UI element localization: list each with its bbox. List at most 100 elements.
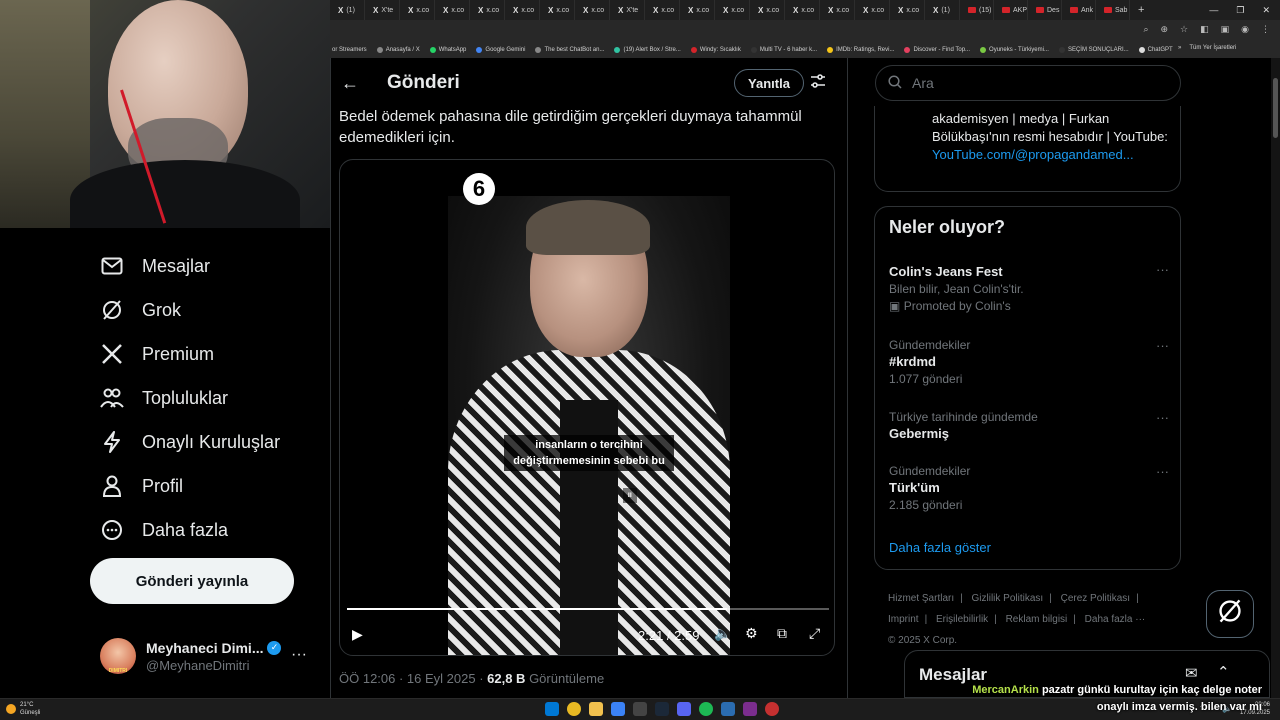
footer-link[interactable]: Erişilebilirlik [936,614,988,625]
browser-tab[interactable]: Xx.co [645,0,680,20]
video-progress-bar[interactable] [347,608,829,610]
nav-item-profile[interactable]: Profil [100,474,183,498]
nav-item-premium[interactable]: Premium [100,342,214,366]
menu-icon[interactable]: ⋮ [1261,24,1270,35]
star-icon[interactable]: ☆ [1180,24,1188,35]
extension-icon[interactable]: ▣ [1221,24,1230,35]
browser-tab[interactable]: Sab [1096,0,1130,20]
bookmark[interactable]: (19) Alert Box / Stre... [614,47,681,53]
zoom-icon[interactable]: ⊕ [1160,24,1168,35]
browser-tab[interactable]: X (1) [330,0,365,20]
weather-widget[interactable]: 21°C Güneşli [6,701,40,717]
maximize-icon[interactable]: ❐ [1236,5,1244,16]
bookmark[interactable]: SEÇİM SONUÇLARI... [1058,47,1129,53]
trend-item[interactable]: Colin's Jeans Fest Bilen bilir, Jean Col… [889,262,1169,313]
back-arrow-icon[interactable]: ← [341,73,359,94]
browser-tab[interactable]: Xx.co [470,0,505,20]
browser-tab[interactable]: Xx.co [680,0,715,20]
bookmark[interactable]: IMDb: Ratings, Revi... [827,47,894,53]
bio-link[interactable]: YouTube.com/@propagandamed... [932,147,1134,162]
expand-up-icon[interactable]: ⌃ [1217,663,1230,681]
browser-tab[interactable]: X (1) [925,0,960,20]
bookmark[interactable]: The best ChatBot an... [535,47,604,53]
minimize-icon[interactable]: — [1209,5,1218,15]
picture-in-picture-icon[interactable]: ⧉ [777,625,787,642]
footer-link[interactable]: Imprint [888,614,919,625]
chrome-icon[interactable] [567,702,581,716]
scrollbar[interactable] [1271,58,1280,698]
grok-button[interactable] [1206,590,1254,638]
nav-item-messages[interactable]: Mesajlar [100,254,210,278]
browser-tab[interactable]: Xx.co [820,0,855,20]
video-player[interactable]: 6 insanların o tercihini değiştirmemesin… [339,159,835,656]
nav-item-communities[interactable]: Topluluklar [100,386,228,410]
bookmarks-overflow-button[interactable]: » [1178,45,1181,58]
volume-icon[interactable]: 🔈 [714,625,731,642]
bookmark[interactable]: Google Gemini [476,47,525,53]
more-options-icon[interactable]: ··· [1156,464,1169,479]
app-icon[interactable] [721,702,735,716]
more-options-icon[interactable]: ··· [1156,262,1169,277]
all-bookmarks-button[interactable]: Tüm Yer İşaretleri [1189,45,1236,58]
app-icon[interactable] [633,702,647,716]
nav-item-verified-orgs[interactable]: Onaylı Kuruluşlar [100,430,280,454]
browser-tab[interactable]: Xx.co [750,0,785,20]
extension-icon[interactable]: ◉ [1241,24,1249,35]
footer-link[interactable]: Gizlilik Politikası [972,593,1044,604]
browser-tab[interactable]: Xx.co [715,0,750,20]
reply-button[interactable]: Yanıtla [734,69,804,97]
browser-tab[interactable]: Xx.co [435,0,470,20]
bookmark[interactable]: WhatsApp [429,47,466,53]
trend-item[interactable]: Türkiye tarihinde gündemde Gebermiş ··· [889,410,1169,441]
search-input[interactable]: Ara [875,65,1181,101]
search-icon[interactable]: ⌕ [1143,24,1148,35]
browser-tab[interactable]: Xx.co [785,0,820,20]
footer-link[interactable]: Çerez Politikası [1061,593,1130,604]
footer-link[interactable]: Daha fazla ··· [1085,614,1146,625]
discord-icon[interactable] [677,702,691,716]
app-icon[interactable] [611,702,625,716]
new-message-icon[interactable]: ✉ [1185,664,1198,682]
show-more-link[interactable]: Daha fazla göster [889,540,991,555]
bookmark[interactable]: Anasayfa / X [376,47,420,53]
browser-tab[interactable]: Xx.co [575,0,610,20]
browser-tab[interactable]: Xx.co [505,0,540,20]
close-icon[interactable]: ✕ [1262,5,1270,16]
browser-tab[interactable]: X X'te [610,0,645,20]
bookmark[interactable]: or Streamers [332,47,367,53]
post-button[interactable]: Gönderi yayınla [90,558,294,604]
browser-tab[interactable]: Xx.co [855,0,890,20]
footer-link[interactable]: Hizmet Şartları [888,593,954,604]
windows-start-icon[interactable] [545,702,559,716]
browser-tab[interactable]: Ank [1062,0,1096,20]
bookmark[interactable]: Windy: Sıcaklık [690,47,741,53]
settings-gear-icon[interactable]: ⚙ [745,625,758,642]
file-explorer-icon[interactable] [589,702,603,716]
play-icon[interactable]: ▶ [352,626,363,643]
app-icon[interactable] [743,702,757,716]
more-options-icon[interactable]: ··· [1156,338,1169,353]
bookmark[interactable]: Multi TV - 6 haber k... [750,47,817,53]
browser-tab[interactable]: X X'te [365,0,400,20]
extension-icon[interactable]: ◧ [1200,24,1209,35]
fullscreen-icon[interactable]: ⤢ [809,625,820,642]
app-icon[interactable] [765,702,779,716]
browser-tab[interactable]: Des [1028,0,1062,20]
steam-icon[interactable] [655,702,669,716]
footer-link[interactable]: Reklam bilgisi [1006,614,1068,625]
browser-tab[interactable]: Xx.co [890,0,925,20]
bookmark[interactable]: Oyuneks - Türkiyemi... [980,47,1049,53]
trend-item[interactable]: Gündemdekiler #krdmd 1.077 gönderi ··· [889,338,1169,386]
account-switcher[interactable]: DIMITRI Meyhaneci Dimi... ✓ @MeyhaneDimit… [100,636,315,676]
nav-item-grok[interactable]: Grok [100,298,181,322]
new-tab-button[interactable]: + [1130,0,1165,20]
more-options-icon[interactable]: ··· [1156,410,1169,425]
browser-tab[interactable]: Xx.co [400,0,435,20]
bookmark[interactable]: ChatGPT [1138,47,1173,53]
browser-tab[interactable]: Xx.co [540,0,575,20]
more-options-icon[interactable]: ··· [291,646,307,664]
browser-tab[interactable]: AKP [994,0,1028,20]
spotify-icon[interactable] [699,702,713,716]
sliders-icon[interactable] [810,73,826,93]
trend-item[interactable]: Gündemdekiler Türk'üm 2.185 gönderi ··· [889,464,1169,512]
